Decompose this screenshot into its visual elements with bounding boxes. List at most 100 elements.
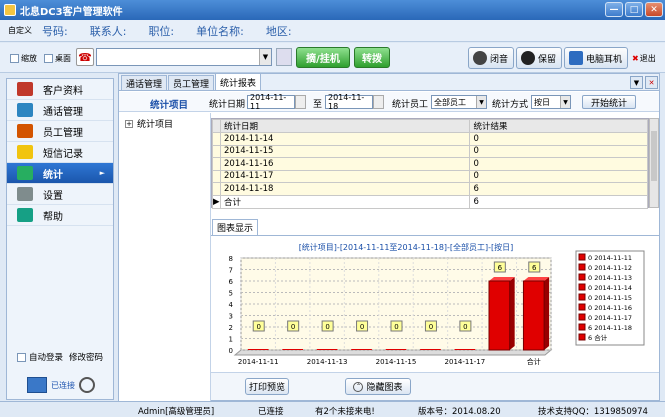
dial-number-input[interactable]: ▼ bbox=[96, 48, 272, 66]
chevron-down-icon[interactable]: ▼ bbox=[259, 49, 271, 65]
answer-hangup-button[interactable]: 摘/挂机 bbox=[296, 47, 350, 68]
legend-entry: 0 2014-11-14 bbox=[588, 284, 632, 292]
sidebar-item[interactable]: 短信记录 bbox=[7, 142, 113, 163]
y-tick-label: 1 bbox=[229, 336, 233, 344]
status-bar: Admin[高级管理员] 已连接 有2个未接来电! 版本号：2014.08.20… bbox=[0, 401, 665, 417]
shrink-checkbox[interactable]: 缩放 bbox=[10, 53, 37, 64]
sidebar-item-label: 设置 bbox=[43, 190, 63, 202]
date-to-value: 2014-11-18 bbox=[328, 93, 365, 111]
table-row[interactable]: 2014-11-14 0 bbox=[212, 132, 648, 146]
legend-swatch bbox=[578, 283, 586, 291]
calendar-icon[interactable] bbox=[295, 95, 306, 109]
bar bbox=[247, 349, 269, 350]
custom-label[interactable]: 自定义 bbox=[8, 25, 32, 36]
sidebar-item-label: 员工管理 bbox=[43, 127, 83, 139]
chart-button-bar: 打印预览 ⌃ 隐藏图表 bbox=[211, 372, 659, 400]
computer-icon bbox=[27, 377, 47, 393]
exit-button[interactable]: ✖ 退出 bbox=[632, 53, 656, 64]
status-support: 技术支持QQ：1319850974 bbox=[538, 407, 648, 417]
tab-chart-display[interactable]: 图表显示 bbox=[212, 219, 259, 235]
auto-login-checkbox[interactable]: 自动登录 修改密码 bbox=[17, 351, 103, 363]
row-indicator-header bbox=[212, 119, 221, 133]
legend-entry: 6 合计 bbox=[588, 333, 608, 342]
staff-label: 统计员工 bbox=[392, 100, 429, 110]
table-row[interactable]: 2014-11-15 0 bbox=[212, 144, 648, 158]
tab-close-icon[interactable]: ✕ bbox=[645, 76, 658, 89]
calendar-icon[interactable] bbox=[373, 95, 384, 109]
sidebar-item[interactable]: 统计 ► bbox=[7, 163, 113, 184]
phone-icon[interactable]: ☎ bbox=[76, 48, 94, 66]
hide-chart-button[interactable]: ⌃ 隐藏图表 bbox=[345, 378, 411, 395]
x-tick-label: 2014-11-11 bbox=[238, 358, 279, 366]
minimize-button[interactable]: — bbox=[605, 2, 623, 17]
computer-icon bbox=[569, 51, 583, 65]
sidebar-item-label: 客户资料 bbox=[43, 85, 83, 97]
cell-result: 0 bbox=[469, 169, 648, 183]
legend-entry: 0 2014-11-15 bbox=[588, 294, 632, 302]
hide-chart-label: 隐藏图表 bbox=[366, 383, 403, 393]
connected-label: 已连接 bbox=[51, 380, 75, 390]
column-header-date[interactable]: 统计日期 bbox=[219, 119, 471, 133]
chevron-down-icon[interactable]: ▼ bbox=[560, 96, 570, 108]
cell-total-label: 合计 bbox=[219, 194, 471, 209]
change-password-link[interactable]: 修改密码 bbox=[69, 351, 103, 363]
scroll-thumb[interactable] bbox=[651, 131, 657, 181]
keypad-icon[interactable] bbox=[276, 48, 292, 66]
bar bbox=[488, 280, 511, 351]
date-from-input[interactable]: 2014-11-11 bbox=[247, 93, 306, 111]
legend-swatch bbox=[578, 333, 586, 341]
tab-list-chevron-icon[interactable]: ▼ bbox=[630, 76, 643, 89]
table-row[interactable]: 2014-11-18 6 bbox=[212, 182, 648, 196]
data-label: 0 bbox=[291, 323, 295, 331]
legend-entry: 0 2014-11-12 bbox=[588, 264, 632, 272]
auto-login-label: 自动登录 bbox=[29, 353, 64, 363]
sidebar-item[interactable]: 帮助 bbox=[7, 205, 113, 226]
sidebar-item[interactable]: 设置 bbox=[7, 184, 113, 205]
sidebar-item-label: 通话管理 bbox=[43, 106, 83, 118]
pc-headset-button[interactable]: 电脑耳机 bbox=[564, 47, 628, 69]
tab-statistics-report[interactable]: 统计报表 bbox=[215, 73, 262, 90]
chevron-right-icon: ► bbox=[99, 169, 105, 177]
date-to-input[interactable]: 2014-11-18 bbox=[325, 93, 384, 111]
table-row[interactable]: 2014-11-17 0 bbox=[212, 169, 648, 183]
bar bbox=[316, 349, 338, 350]
column-header-result[interactable]: 统计结果 bbox=[469, 119, 648, 133]
bar bbox=[522, 280, 545, 351]
table-row-total[interactable]: ▶ 合计 6 bbox=[212, 194, 648, 209]
stat-tree: + 统计项目 bbox=[119, 113, 211, 401]
desktop-checkbox[interactable]: 桌面 bbox=[44, 53, 71, 64]
method-select[interactable]: 按日 ▼ bbox=[531, 95, 571, 109]
row-indicator bbox=[212, 182, 221, 196]
status-missed-calls[interactable]: 有2个未接来电! bbox=[315, 405, 375, 417]
method-label: 统计方式 bbox=[492, 100, 529, 110]
sidebar-item[interactable]: 客户资料 bbox=[7, 79, 113, 100]
sidebar-item[interactable]: 通话管理 bbox=[7, 100, 113, 121]
mute-button[interactable]: 闭音 bbox=[468, 47, 514, 69]
bar-side bbox=[544, 277, 550, 350]
start-statistics-button[interactable]: 开始统计 bbox=[582, 95, 636, 109]
hold-button[interactable]: 保留 bbox=[516, 47, 562, 69]
grid-scrollbar[interactable] bbox=[649, 118, 659, 208]
transfer-button[interactable]: 转拨 bbox=[354, 47, 390, 68]
sidebar-item[interactable]: 员工管理 bbox=[7, 121, 113, 142]
tab-call-management[interactable]: 通话管理 bbox=[121, 75, 168, 90]
cell-date: 2014-11-14 bbox=[219, 132, 471, 146]
expand-icon[interactable]: + bbox=[125, 119, 133, 128]
maximize-button[interactable]: □ bbox=[625, 2, 643, 17]
tree-node-root[interactable]: + 统计项目 bbox=[125, 117, 173, 130]
x-tick-label: 2014-11-17 bbox=[445, 358, 486, 366]
legend-swatch bbox=[578, 303, 586, 311]
tab-staff-management[interactable]: 员工管理 bbox=[168, 75, 215, 90]
staff-select[interactable]: 全部员工 ▼ bbox=[431, 95, 487, 109]
status-connection: 已连接 bbox=[258, 407, 284, 417]
print-preview-button[interactable]: 打印预览 bbox=[245, 378, 289, 395]
legend-entry: 0 2014-11-16 bbox=[588, 304, 632, 312]
table-row[interactable]: 2014-11-16 0 bbox=[212, 157, 648, 171]
toolbar: 缩放 桌面 ☎ ▼ 摘/挂机 转拨 闭音 保留 电脑耳机 ✖ 退出 bbox=[0, 43, 665, 73]
phone-number-label: 号码: bbox=[42, 24, 68, 38]
close-button[interactable]: ✕ bbox=[645, 2, 663, 17]
legend-entry: 6 2014-11-18 bbox=[588, 324, 632, 332]
row-indicator bbox=[212, 169, 221, 183]
chevron-down-icon[interactable]: ▼ bbox=[476, 96, 486, 108]
bar-chart: [统计项目]-[2014-11-11至2014-11-18]-[全部员工]-[按… bbox=[229, 242, 645, 366]
